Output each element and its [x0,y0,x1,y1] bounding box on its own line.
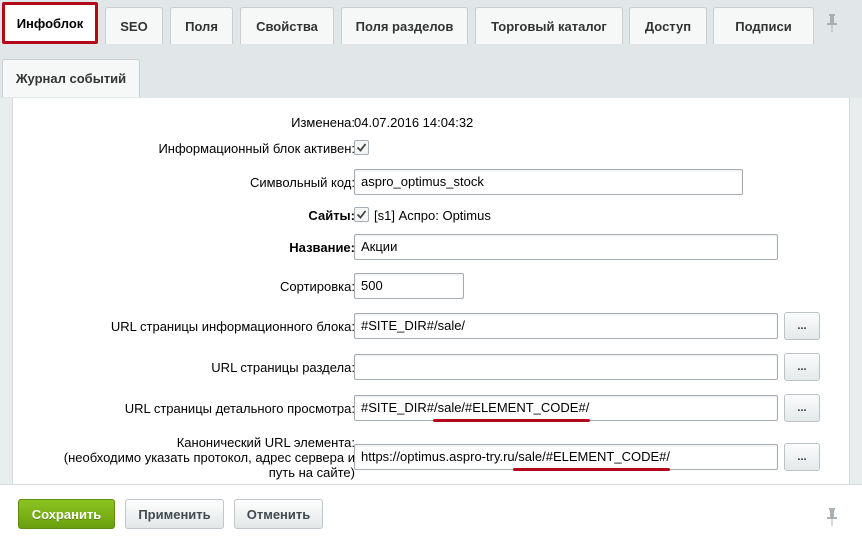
checkmark-icon [356,143,367,152]
footer-bar: Сохранить Применить Отменить [0,484,862,538]
apply-button[interactable]: Применить [125,499,224,529]
modified-label: Изменена: [291,115,355,130]
canonical-url-input[interactable]: https://optimus.aspro-try.ru/sale/#ELEME… [354,444,778,470]
tab-fields[interactable]: Поля [170,7,233,44]
tab-label: Подписи [735,18,792,34]
tab-label: Поля [185,18,218,34]
tab-label: Поля разделов [355,18,454,34]
canonical-label-line1: Канонический URL элемента: [176,435,355,450]
tab-label: Торговый каталог [491,18,607,34]
code-input[interactable]: aspro_optimus_stock [354,169,743,195]
section-url-label: URL страницы раздела: [211,360,355,375]
site-value: [s1] Аспро: Optimus [374,208,491,223]
active-label: Информационный блок активен: [158,141,355,156]
save-button[interactable]: Сохранить [18,499,115,529]
canonical-label-line3: путь на сайте) [268,465,355,480]
pin-icon[interactable] [826,14,838,32]
tab-label: Инфоблок [16,15,84,31]
tab-label: Свойства [256,18,318,34]
section-url-input[interactable] [354,354,778,380]
tab-properties[interactable]: Свойства [240,7,334,44]
list-url-input[interactable]: #SITE_DIR#/sale/ [354,313,778,339]
site-checkbox[interactable] [354,207,369,222]
detail-url-browse-button[interactable]: ... [784,394,820,422]
code-label: Символьный код: [249,175,355,190]
detail-url-input[interactable]: #SITE_DIR#/sale/#ELEMENT_CODE#/ [354,395,778,421]
tab-section-fields[interactable]: Поля разделов [341,7,468,44]
tab-label: SEO [120,18,148,34]
name-input[interactable]: Акции [354,234,778,260]
tab-infoblock[interactable]: Инфоблок [2,2,98,44]
form-panel: Изменена: 04.07.2016 14:04:32 Информацио… [12,98,850,484]
canonical-label-line2: (необходимо указать протокол, адрес серв… [63,450,355,465]
tab-event-log[interactable]: Журнал событий [2,59,140,97]
tab-access[interactable]: Доступ [629,7,707,44]
tab-bar: Инфоблок SEO Поля Свойства Поля разделов… [0,0,862,98]
cancel-button[interactable]: Отменить [234,499,323,529]
tab-seo[interactable]: SEO [105,7,163,44]
canonical-url-highlight [513,468,670,471]
sort-input[interactable]: 500 [354,273,464,299]
list-url-label: URL страницы информационного блока: [110,319,355,334]
list-url-browse-button[interactable]: ... [784,312,820,340]
canonical-url-browse-button[interactable]: ... [784,443,820,471]
detail-url-highlight [433,419,590,422]
modified-value: 04.07.2016 14:04:32 [354,115,474,130]
checkmark-icon [356,210,367,219]
detail-url-label: URL страницы детального просмотра: [124,401,355,416]
sites-label: Сайты: [308,208,355,223]
name-label: Название: [289,240,355,255]
tab-label: Журнал событий [15,71,127,86]
active-checkbox[interactable] [354,140,369,155]
tab-trade-catalog[interactable]: Торговый каталог [475,7,623,44]
pin-icon[interactable] [826,508,838,526]
section-url-browse-button[interactable]: ... [784,353,820,381]
sort-label: Сортировка: [280,279,355,294]
tab-captions[interactable]: Подписи [713,7,814,44]
tab-label: Доступ [644,18,692,34]
